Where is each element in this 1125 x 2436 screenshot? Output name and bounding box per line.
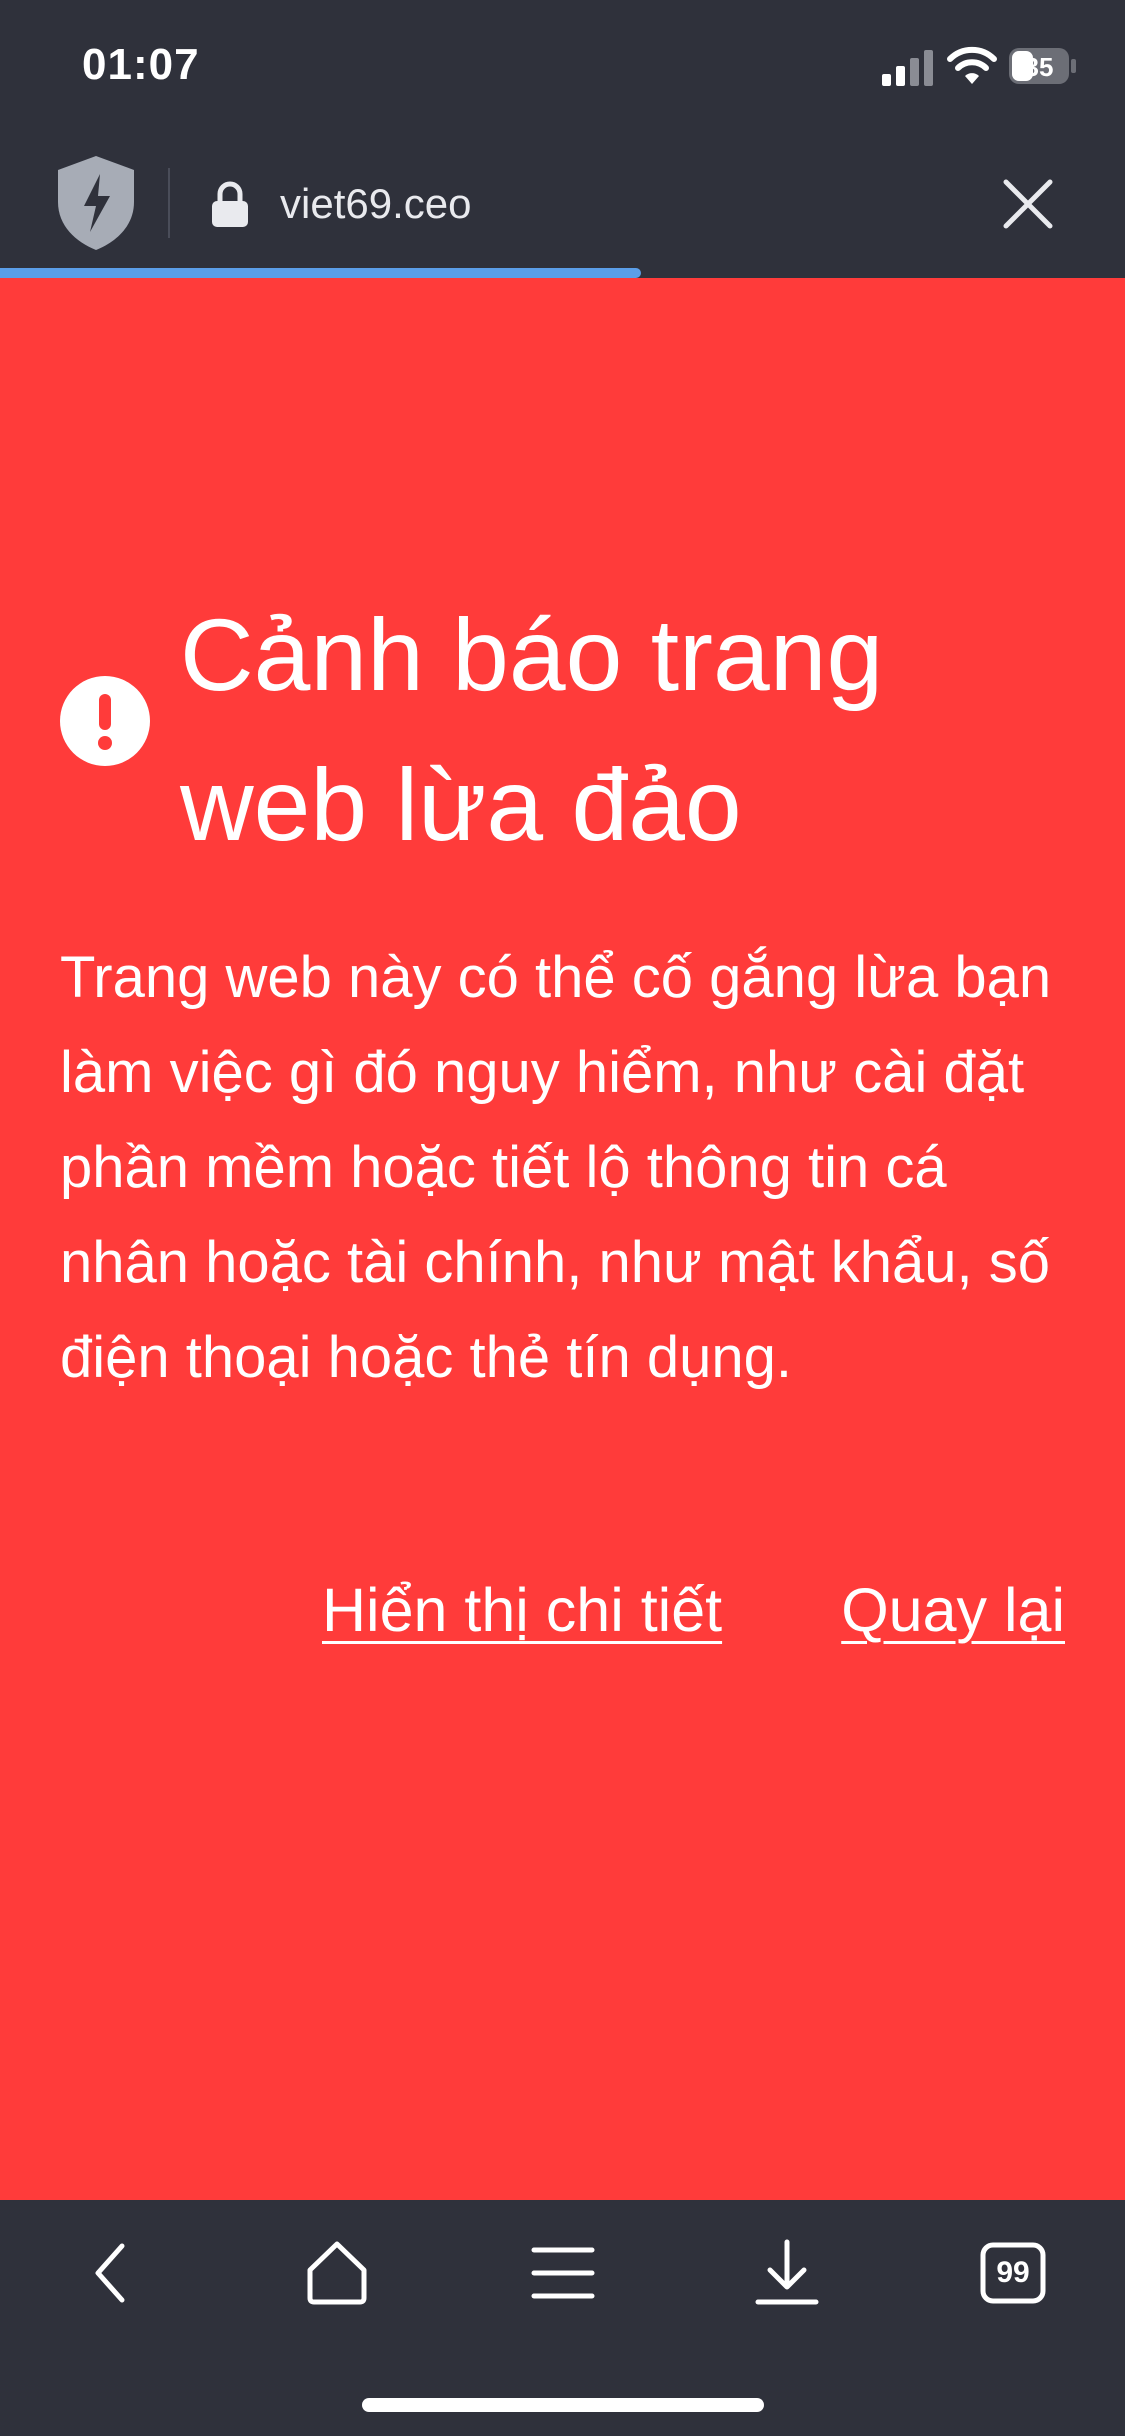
menu-icon[interactable] bbox=[528, 2238, 598, 2308]
url-field[interactable]: viet69.ceo bbox=[280, 180, 471, 228]
download-icon[interactable] bbox=[752, 2238, 822, 2308]
page-load-progress-fill bbox=[0, 268, 642, 278]
address-divider bbox=[168, 168, 170, 238]
exclamation-icon bbox=[60, 676, 150, 766]
go-back-link[interactable]: Quay lại bbox=[841, 1575, 1065, 1645]
page-load-progress bbox=[0, 268, 1125, 278]
show-details-link[interactable]: Hiển thị chi tiết bbox=[322, 1575, 722, 1645]
close-icon[interactable] bbox=[1000, 176, 1056, 232]
home-icon[interactable] bbox=[302, 2238, 372, 2308]
back-icon[interactable] bbox=[78, 2238, 148, 2308]
status-time: 01:07 bbox=[82, 40, 200, 89]
shield-icon[interactable] bbox=[52, 152, 140, 252]
warning-message: Trang web này có thể cố gắng lừa bạn làm… bbox=[60, 945, 1052, 1390]
tabs-icon[interactable] bbox=[978, 2238, 1048, 2308]
home-indicator bbox=[362, 2398, 764, 2412]
wifi-icon bbox=[947, 46, 997, 84]
battery-level: 35 bbox=[1025, 52, 1054, 82]
signal-icon bbox=[882, 50, 933, 86]
lock-icon bbox=[212, 181, 248, 227]
battery-icon: 35 bbox=[1009, 48, 1076, 84]
warning-title: Cảnh báo trang web lừa đảo bbox=[180, 598, 884, 862]
